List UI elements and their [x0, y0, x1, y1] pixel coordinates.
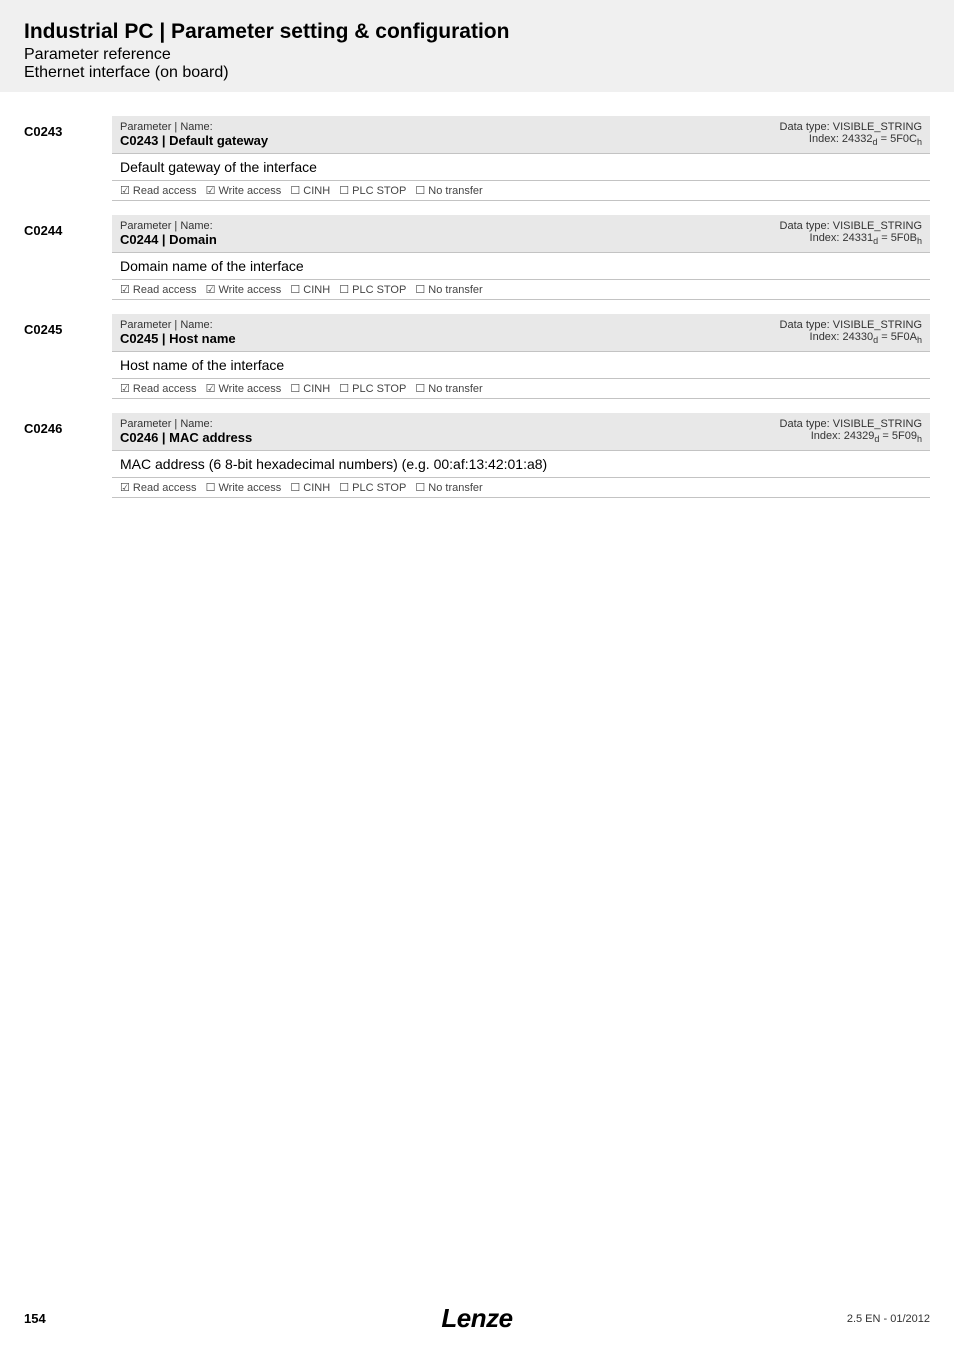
param-access-row: ☑ Read access ☐ Write access ☐ CINH ☐ PL…	[112, 478, 930, 498]
param-description: Host name of the interface	[112, 352, 930, 379]
param-name-label: Parameter | Name:	[120, 121, 520, 133]
access-read: ☑ Read access	[120, 185, 197, 197]
access-notransfer: ☐ No transfer	[415, 185, 482, 197]
access-plcstop: ☐ PLC STOP	[339, 185, 406, 197]
param-table: Parameter | Name: C0243 | Default gatewa…	[112, 116, 930, 201]
param-header-row: Parameter | Name: C0244 | Domain Data ty…	[112, 215, 930, 253]
param-access-row: ☑ Read access ☑ Write access ☐ CINH ☐ PL…	[112, 280, 930, 300]
access-notransfer: ☐ No transfer	[415, 284, 482, 296]
param-index: Index: 24330d = 5F0Ah	[491, 331, 922, 345]
param-datatype: Data type: VISIBLE_STRING	[460, 220, 922, 232]
access-read: ☑ Read access	[120, 482, 197, 494]
param-block: C0243 Parameter | Name: C0243 | Default …	[24, 116, 930, 201]
access-write: ☐ Write access	[206, 482, 282, 494]
param-desc-row: Default gateway of the interface	[112, 154, 930, 181]
access-cinh: ☐ CINH	[290, 185, 330, 197]
access-read: ☑ Read access	[120, 284, 197, 296]
param-description: Default gateway of the interface	[112, 154, 930, 181]
param-description: MAC address (6 8-bit hexadecimal numbers…	[112, 451, 930, 478]
access-plcstop: ☐ PLC STOP	[339, 383, 406, 395]
param-datatype: Data type: VISIBLE_STRING	[491, 319, 922, 331]
page-number: 154	[24, 1311, 46, 1326]
param-header-row: Parameter | Name: C0243 | Default gatewa…	[112, 116, 930, 154]
param-name: C0246 | MAC address	[120, 430, 499, 445]
param-index: Index: 24332d = 5F0Ch	[536, 133, 922, 147]
page-footer: 154 Lenze 2.5 EN - 01/2012	[0, 1311, 954, 1326]
page-header: Industrial PC | Parameter setting & conf…	[0, 0, 954, 92]
access-write: ☑ Write access	[206, 185, 282, 197]
param-name-label: Parameter | Name:	[120, 418, 499, 430]
brand-logo: Lenze	[441, 1303, 512, 1334]
param-datatype: Data type: VISIBLE_STRING	[515, 418, 922, 430]
doc-title: Industrial PC | Parameter setting & conf…	[24, 20, 954, 44]
param-name: C0245 | Host name	[120, 331, 475, 346]
param-id: C0243	[24, 116, 112, 201]
param-id: C0246	[24, 413, 112, 498]
param-desc-row: Domain name of the interface	[112, 253, 930, 280]
access-notransfer: ☐ No transfer	[415, 383, 482, 395]
access-write: ☑ Write access	[206, 383, 282, 395]
param-name-label: Parameter | Name:	[120, 319, 475, 331]
param-header-row: Parameter | Name: C0245 | Host name Data…	[112, 314, 930, 352]
param-block: C0245 Parameter | Name: C0245 | Host nam…	[24, 314, 930, 399]
param-datatype: Data type: VISIBLE_STRING	[536, 121, 922, 133]
doc-section: Ethernet interface (on board)	[24, 64, 954, 82]
param-header-row: Parameter | Name: C0246 | MAC address Da…	[112, 413, 930, 451]
param-id: C0245	[24, 314, 112, 399]
param-index: Index: 24329d = 5F09h	[515, 430, 922, 444]
param-access-row: ☑ Read access ☑ Write access ☐ CINH ☐ PL…	[112, 379, 930, 399]
param-description: Domain name of the interface	[112, 253, 930, 280]
content-area: C0243 Parameter | Name: C0243 | Default …	[0, 92, 954, 498]
access-cinh: ☐ CINH	[290, 284, 330, 296]
param-index: Index: 24331d = 5F0Bh	[460, 232, 922, 246]
doc-subtitle: Parameter reference	[24, 46, 954, 64]
access-plcstop: ☐ PLC STOP	[339, 284, 406, 296]
param-name: C0244 | Domain	[120, 232, 444, 247]
doc-version: 2.5 EN - 01/2012	[847, 1313, 930, 1325]
param-table: Parameter | Name: C0245 | Host name Data…	[112, 314, 930, 399]
access-read: ☑ Read access	[120, 383, 197, 395]
access-cinh: ☐ CINH	[290, 383, 330, 395]
param-table: Parameter | Name: C0246 | MAC address Da…	[112, 413, 930, 498]
param-table: Parameter | Name: C0244 | Domain Data ty…	[112, 215, 930, 300]
param-id: C0244	[24, 215, 112, 300]
param-name-label: Parameter | Name:	[120, 220, 444, 232]
access-write: ☑ Write access	[206, 284, 282, 296]
access-notransfer: ☐ No transfer	[415, 482, 482, 494]
access-cinh: ☐ CINH	[290, 482, 330, 494]
param-name: C0243 | Default gateway	[120, 133, 520, 148]
access-plcstop: ☐ PLC STOP	[339, 482, 406, 494]
param-desc-row: Host name of the interface	[112, 352, 930, 379]
param-block: C0246 Parameter | Name: C0246 | MAC addr…	[24, 413, 930, 498]
param-block: C0244 Parameter | Name: C0244 | Domain D…	[24, 215, 930, 300]
param-desc-row: MAC address (6 8-bit hexadecimal numbers…	[112, 451, 930, 478]
param-access-row: ☑ Read access ☑ Write access ☐ CINH ☐ PL…	[112, 181, 930, 201]
